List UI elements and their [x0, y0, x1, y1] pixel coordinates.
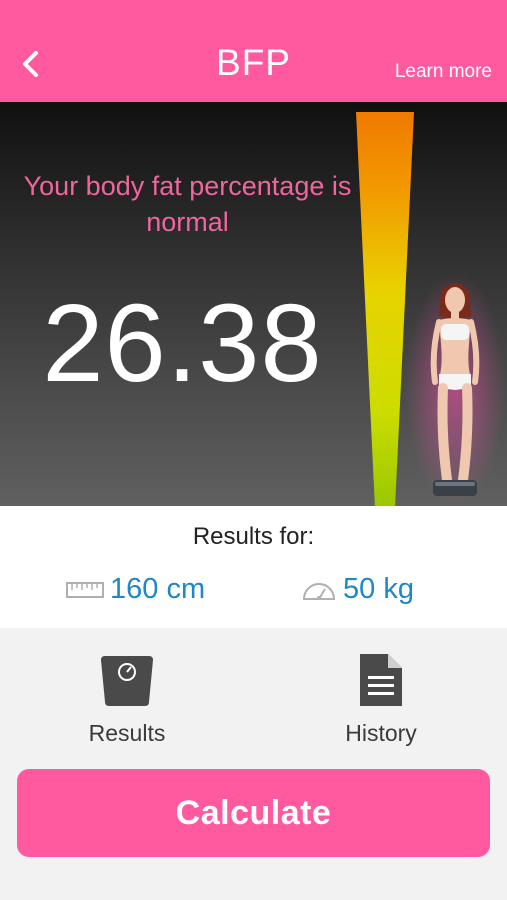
body-figure-icon — [405, 274, 505, 506]
tab-results[interactable]: Results — [57, 652, 197, 747]
ruler-icon — [66, 580, 104, 600]
scale-icon — [101, 656, 153, 706]
speedometer-icon — [301, 579, 337, 601]
tab-history-label: History — [345, 720, 417, 746]
weight-readout: 50 kg — [301, 573, 414, 606]
result-hero: Your body fat percentage is normal 26.38 — [0, 102, 507, 506]
height-readout: 160 cm — [66, 573, 205, 606]
top-bar: BFP Learn more — [0, 0, 507, 102]
height-value: 160 cm — [110, 573, 206, 605]
weight-value: 50 kg — [343, 573, 414, 605]
tab-results-label: Results — [88, 720, 166, 746]
bfp-value: 26.38 — [42, 282, 323, 405]
calculate-button[interactable]: Calculate — [17, 769, 490, 857]
status-text: Your body fat percentage is normal — [23, 171, 352, 237]
document-icon — [360, 654, 402, 706]
results-for-panel: Results for: 160 cm 50 kg — [0, 506, 507, 628]
learn-more-link[interactable]: Learn more — [395, 61, 492, 83]
results-for-label: Results for: — [192, 523, 315, 550]
tab-history[interactable]: History — [311, 652, 451, 747]
bottom-tabs: Results History — [0, 628, 507, 758]
